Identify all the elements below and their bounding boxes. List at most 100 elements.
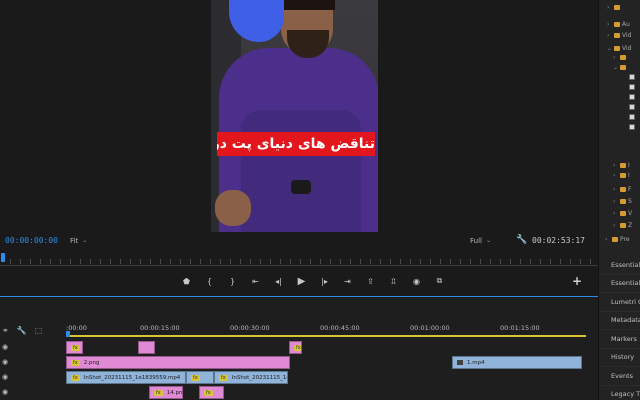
bin-file-item[interactable] bbox=[629, 72, 637, 82]
bin-folder-item[interactable]: › Z bbox=[613, 220, 632, 230]
timeline-clip[interactable]: fx 14.pn bbox=[149, 386, 183, 399]
chevron-right-icon[interactable]: › bbox=[613, 172, 618, 179]
scrub-tick bbox=[250, 259, 251, 264]
wrench-icon[interactable]: 🔧 bbox=[516, 235, 527, 245]
folder-icon bbox=[614, 45, 620, 51]
scrub-tick bbox=[420, 259, 421, 264]
timeline-clip[interactable]: fx InShot_20231115_1e1839559.mp4 bbox=[66, 371, 186, 384]
bin-folder-item[interactable]: › bbox=[613, 52, 628, 62]
extract-icon[interactable]: ⇫ bbox=[382, 274, 405, 288]
scrub-tick bbox=[440, 259, 441, 264]
scrub-tick bbox=[200, 259, 201, 264]
captions-icon[interactable]: ⬚ bbox=[35, 326, 43, 338]
chevron-right-icon[interactable]: › bbox=[607, 32, 612, 39]
chevron-right-icon[interactable]: › bbox=[613, 186, 618, 193]
timeline-clip[interactable]: 1.mp4 bbox=[452, 356, 582, 369]
chevron-down-icon[interactable]: ⌄ bbox=[613, 64, 618, 71]
chevron-right-icon[interactable]: › bbox=[613, 210, 618, 217]
scrub-line bbox=[0, 265, 598, 266]
timeline-clip[interactable] bbox=[138, 341, 155, 354]
chevron-right-icon[interactable]: › bbox=[613, 162, 618, 169]
scrub-tick bbox=[210, 259, 211, 264]
bin-item-label: Z bbox=[628, 221, 633, 229]
panel-tab[interactable]: Metadata bbox=[599, 312, 640, 330]
panel-tab[interactable]: Events bbox=[599, 367, 640, 386]
chevron-right-icon[interactable]: › bbox=[607, 21, 612, 28]
bin-folder-item[interactable]: ⌄ bbox=[613, 62, 628, 72]
eye-icon[interactable]: ◉ bbox=[2, 373, 8, 381]
bin-folder-item[interactable]: › F bbox=[613, 184, 631, 194]
timeline-clip[interactable]: fx bbox=[66, 341, 83, 354]
bin-folder-item[interactable]: › I bbox=[613, 170, 630, 180]
step-forward-icon[interactable]: |▸ bbox=[313, 274, 336, 288]
bin-folder-item[interactable]: › Au bbox=[607, 19, 630, 29]
timeline-ruler[interactable]: :00:00 00:00:15:00 00:00:30:00 00:00:45:00 0… bbox=[66, 320, 598, 332]
mark-in-icon[interactable]: { bbox=[198, 274, 221, 288]
eye-icon[interactable]: ◉ bbox=[2, 358, 8, 366]
video-clip-icon bbox=[457, 360, 463, 365]
play-icon[interactable]: ▶ bbox=[290, 274, 313, 288]
fx-badge: fx bbox=[154, 389, 163, 396]
panel-tab[interactable]: Essential G bbox=[599, 256, 640, 275]
snap-icon[interactable]: ⚭ bbox=[2, 326, 9, 338]
chevron-right-icon[interactable]: › bbox=[607, 4, 612, 11]
add-button-icon[interactable]: + bbox=[572, 274, 582, 288]
export-frame-icon[interactable]: ◉ bbox=[405, 274, 428, 288]
timeline-clip[interactable]: fx bbox=[289, 341, 302, 354]
bin-folder-item[interactable]: › Pre bbox=[605, 234, 630, 244]
wrench-icon[interactable]: 🔧 bbox=[17, 326, 27, 338]
current-timecode[interactable]: 00:00:00:00 bbox=[5, 236, 58, 245]
panel-tab[interactable]: Legacy Tit bbox=[599, 386, 640, 400]
go-to-in-icon[interactable]: ⇤ bbox=[244, 274, 267, 288]
scrub-tick bbox=[30, 259, 31, 264]
timeline-clip[interactable]: fx 2.png bbox=[66, 356, 290, 369]
playhead-icon[interactable] bbox=[1, 253, 5, 262]
chevron-right-icon[interactable]: › bbox=[613, 222, 618, 229]
bin-file-item[interactable] bbox=[629, 92, 637, 102]
folder-icon bbox=[614, 4, 620, 10]
mark-out-icon[interactable]: } bbox=[221, 274, 244, 288]
monitor-scrub-bar[interactable] bbox=[0, 253, 601, 267]
bin-item-label: Vid bbox=[622, 31, 632, 39]
chevron-right-icon[interactable]: › bbox=[605, 236, 610, 243]
work-area-bar[interactable] bbox=[66, 335, 586, 337]
chevron-down-icon[interactable]: ⌄ bbox=[607, 45, 612, 52]
timeline-clip[interactable]: fx bbox=[199, 386, 224, 399]
bin-file-item[interactable] bbox=[629, 112, 637, 122]
bin-folder-item[interactable]: › Vid bbox=[607, 30, 631, 40]
bin-folder-item[interactable]: › I bbox=[613, 160, 630, 170]
ruler-label: 00:00:30:00 bbox=[230, 324, 270, 332]
resolution-select[interactable]: Full ⌄ bbox=[470, 235, 510, 246]
zoom-select[interactable]: Fit ⌄ bbox=[70, 235, 110, 246]
step-back-icon[interactable]: ◂| bbox=[267, 274, 290, 288]
timeline-clip[interactable]: fx bbox=[186, 371, 214, 384]
marker-icon[interactable]: ⬟ bbox=[175, 274, 198, 288]
panel-tab[interactable]: Lumetri Co bbox=[599, 293, 640, 312]
panel-tab[interactable]: Markers bbox=[599, 330, 640, 349]
panel-tab[interactable]: Essential S bbox=[599, 275, 640, 293]
go-to-out-icon[interactable]: ⇥ bbox=[336, 274, 359, 288]
chevron-down-icon: ⌄ bbox=[82, 237, 88, 244]
panel-tab[interactable]: History bbox=[599, 349, 640, 367]
lift-icon[interactable]: ⇪ bbox=[359, 274, 382, 288]
bin-file-item[interactable] bbox=[629, 82, 637, 92]
timeline-clip[interactable]: fx InShot_20231115_1e bbox=[214, 371, 288, 384]
bin-file-item[interactable] bbox=[629, 122, 637, 132]
eye-icon[interactable]: ◉ bbox=[2, 388, 8, 396]
scrub-tick bbox=[530, 259, 531, 264]
folder-icon bbox=[620, 222, 626, 228]
bin-folder-item[interactable]: › S bbox=[613, 196, 632, 206]
scrub-tick bbox=[130, 259, 131, 264]
timeline-track: fx 14.pn fx bbox=[66, 386, 598, 399]
bin-list: › › Au › Vid ⌄ Vid › ⌄ › I › I › F › S › V › Z › Pre bbox=[599, 0, 640, 248]
eye-icon[interactable]: ◉ bbox=[2, 343, 8, 351]
chevron-right-icon[interactable]: › bbox=[613, 198, 618, 205]
bin-folder-item[interactable]: › bbox=[607, 2, 622, 12]
bin-item-label: F bbox=[628, 185, 632, 193]
bin-file-item[interactable] bbox=[629, 102, 637, 112]
comparison-view-icon[interactable]: ⧉ bbox=[428, 274, 451, 288]
bin-folder-item[interactable]: › V bbox=[613, 208, 632, 218]
timeline-playhead-icon[interactable] bbox=[66, 331, 70, 337]
chevron-right-icon[interactable]: › bbox=[613, 54, 618, 61]
scrub-tick bbox=[260, 259, 261, 264]
